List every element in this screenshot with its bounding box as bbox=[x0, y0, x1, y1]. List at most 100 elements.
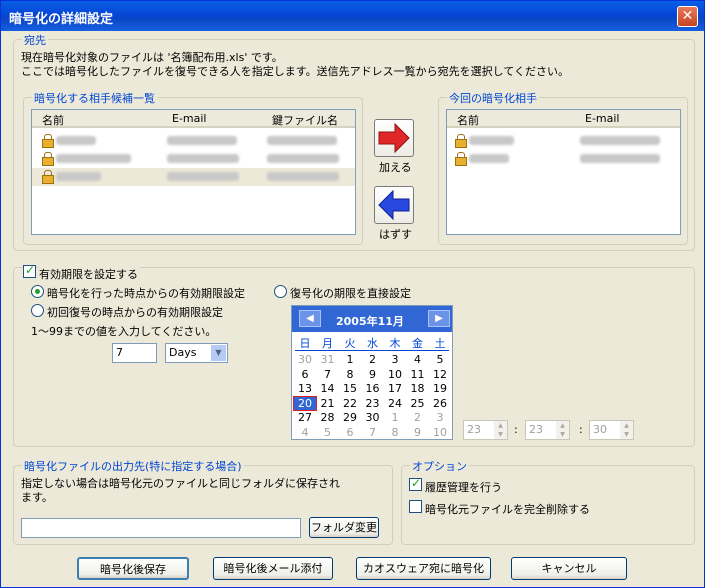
calendar-day[interactable]: 11 bbox=[407, 368, 429, 381]
calendar-day[interactable]: 1 bbox=[384, 411, 406, 424]
calendar-day[interactable]: 10 bbox=[384, 368, 406, 381]
calendar-day[interactable]: 14 bbox=[317, 382, 339, 395]
calendar-day[interactable]: 21 bbox=[317, 397, 339, 410]
calendar-day[interactable]: 7 bbox=[317, 368, 339, 381]
second-spinner[interactable]: 30 bbox=[589, 420, 634, 440]
list-item[interactable] bbox=[32, 132, 355, 150]
mail-attach-button[interactable]: 暗号化後メール添付 bbox=[213, 557, 333, 580]
calendar-day[interactable]: 7 bbox=[362, 426, 384, 439]
calendar-day[interactable]: 30 bbox=[294, 353, 316, 366]
calendar-prev-button[interactable]: ◀ bbox=[299, 310, 321, 327]
weekday-label: 日 bbox=[299, 337, 311, 350]
calendar-day[interactable]: 3 bbox=[429, 411, 451, 424]
redacted-text bbox=[580, 154, 660, 163]
expiry-checkbox[interactable] bbox=[23, 263, 36, 278]
history-checkbox[interactable] bbox=[409, 476, 422, 491]
destination-desc-2: ここでは暗号化したファイルを復号できる人を指定します。送信先アドレス一覧から宛先… bbox=[21, 65, 570, 78]
list-item[interactable] bbox=[32, 150, 355, 168]
radio-from-encrypt-label: 暗号化を行った時点からの有効期限設定 bbox=[47, 287, 245, 300]
chaosware-encrypt-button[interactable]: カオスウェア宛に暗号化 bbox=[356, 557, 491, 580]
calendar-day[interactable]: 2 bbox=[362, 353, 384, 366]
weekday-label: 水 bbox=[367, 337, 378, 350]
delete-checkbox[interactable] bbox=[409, 500, 422, 513]
weekday-label: 金 bbox=[412, 337, 423, 350]
redacted-text bbox=[56, 154, 131, 163]
calendar-day[interactable]: 17 bbox=[384, 382, 406, 395]
calendar-day[interactable]: 29 bbox=[339, 411, 361, 424]
calendar-day[interactable]: 9 bbox=[362, 368, 384, 381]
calendar-day[interactable]: 25 bbox=[407, 397, 429, 410]
cancel-button[interactable]: キャンセル bbox=[511, 557, 627, 580]
calendar-day[interactable]: 28 bbox=[317, 411, 339, 424]
folder-change-button[interactable]: フォルダ変更 bbox=[309, 517, 379, 538]
calendar-header: ◀ 2005年11月 ▶ bbox=[292, 306, 452, 332]
add-button[interactable] bbox=[374, 119, 414, 157]
calendar-day[interactable]: 6 bbox=[339, 426, 361, 439]
calendar-day[interactable]: 5 bbox=[429, 353, 451, 366]
destination-legend: 宛先 bbox=[22, 32, 48, 48]
radio-from-first[interactable] bbox=[31, 304, 44, 317]
redacted-text bbox=[56, 172, 101, 181]
output-path-input[interactable] bbox=[21, 518, 301, 538]
calendar-day[interactable]: 12 bbox=[429, 368, 451, 381]
calendar-day[interactable]: 10 bbox=[429, 426, 451, 439]
calendar-day[interactable]: 23 bbox=[362, 397, 384, 410]
calendar-day[interactable]: 16 bbox=[362, 382, 384, 395]
calendar-day[interactable]: 3 bbox=[384, 353, 406, 366]
calendar-day[interactable]: 30 bbox=[362, 411, 384, 424]
redacted-text bbox=[267, 136, 337, 145]
calendar-day[interactable]: 6 bbox=[294, 368, 316, 381]
close-button[interactable]: ✕ bbox=[677, 6, 698, 27]
lock-icon bbox=[42, 152, 54, 166]
current-list[interactable]: 名前 E-mail bbox=[446, 109, 681, 235]
calendar-day[interactable]: 19 bbox=[429, 382, 451, 395]
calendar-day[interactable]: 5 bbox=[317, 426, 339, 439]
calendar-day[interactable]: 26 bbox=[429, 397, 451, 410]
save-button[interactable]: 暗号化後保存 bbox=[77, 557, 189, 580]
candidates-list[interactable]: 名前 E-mail 鍵ファイル名 bbox=[31, 109, 356, 235]
weekday-label: 月 bbox=[322, 337, 333, 350]
calendar-day[interactable]: 2 bbox=[407, 411, 429, 424]
calendar-day[interactable]: 22 bbox=[339, 397, 361, 410]
minute-spinner[interactable]: 23 bbox=[525, 420, 570, 440]
calendar-day[interactable]: 1 bbox=[339, 353, 361, 366]
time-separator: : bbox=[514, 423, 518, 436]
expiry-value-input[interactable]: 7 bbox=[112, 343, 157, 363]
calendar-day[interactable]: 8 bbox=[339, 368, 361, 381]
calendar-day[interactable]: 15 bbox=[339, 382, 361, 395]
radio-from-first-label: 初回復号の時点からの有効期限設定 bbox=[47, 306, 223, 319]
list-item[interactable] bbox=[447, 132, 680, 150]
calendar-day[interactable]: 9 bbox=[407, 426, 429, 439]
redacted-text bbox=[267, 154, 339, 163]
col-email[interactable]: E-mail bbox=[585, 112, 620, 125]
calendar-day[interactable]: 24 bbox=[384, 397, 406, 410]
col-name[interactable]: 名前 bbox=[457, 112, 479, 128]
radio-from-encrypt[interactable] bbox=[31, 285, 44, 298]
redacted-text bbox=[469, 154, 509, 163]
weekday-label: 木 bbox=[389, 337, 401, 350]
expiry-unit-value: Days bbox=[169, 346, 197, 359]
left-arrow-icon bbox=[378, 189, 410, 221]
list-item[interactable] bbox=[32, 168, 355, 186]
radio-direct[interactable] bbox=[274, 285, 287, 298]
right-arrow-icon bbox=[378, 122, 410, 154]
weekday-label: 火 bbox=[344, 337, 356, 350]
calendar-day[interactable]: 27 bbox=[294, 411, 316, 424]
remove-button[interactable] bbox=[374, 186, 414, 224]
title-bar: 暗号化の詳細設定 ✕ bbox=[1, 1, 704, 31]
col-keyfile[interactable]: 鍵ファイル名 bbox=[272, 112, 338, 128]
calendar-next-button[interactable]: ▶ bbox=[428, 310, 450, 327]
calendar-day[interactable]: 8 bbox=[384, 426, 406, 439]
list-item[interactable] bbox=[447, 150, 680, 168]
hour-spinner[interactable]: 23 bbox=[463, 420, 508, 440]
col-name[interactable]: 名前 bbox=[42, 112, 64, 128]
col-email[interactable]: E-mail bbox=[172, 112, 207, 125]
calendar-day[interactable]: 4 bbox=[294, 426, 316, 439]
calendar-day[interactable]: 18 bbox=[407, 382, 429, 395]
calendar-day[interactable]: 4 bbox=[407, 353, 429, 366]
calendar-day[interactable]: 31 bbox=[317, 353, 339, 366]
expiry-unit-select[interactable]: Days ▼ bbox=[165, 343, 228, 363]
redacted-text bbox=[267, 172, 339, 181]
calendar-day[interactable]: 13 bbox=[294, 382, 316, 395]
calendar-day[interactable]: 20 bbox=[293, 395, 317, 411]
